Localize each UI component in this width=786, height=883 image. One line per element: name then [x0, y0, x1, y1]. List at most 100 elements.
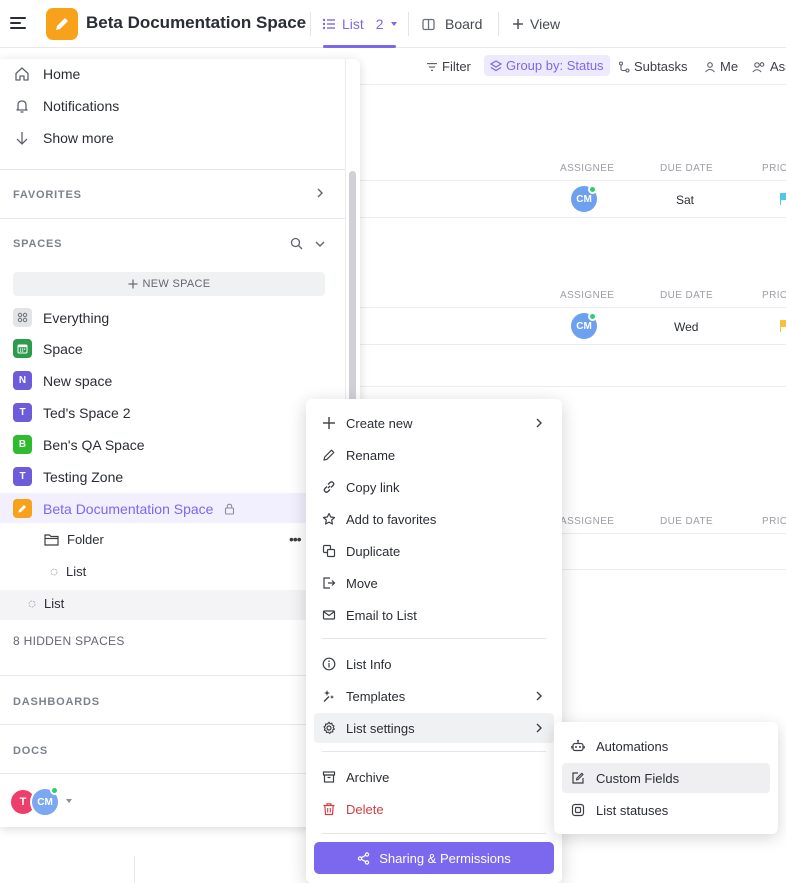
menu-item-add-to-favorites[interactable]: Add to favorites — [314, 504, 554, 534]
group-by-label: Group by: Status — [506, 58, 604, 73]
spaces-section-label[interactable]: SPACES — [13, 238, 62, 250]
more-options-icon[interactable]: ••• — [289, 531, 302, 547]
sidebar-item-show-more[interactable]: Show more — [14, 130, 114, 146]
favorites-section-label[interactable]: FAVORITES — [13, 189, 82, 201]
sidebar-item-beta-documentation-space[interactable]: Beta Documentation Space — [13, 499, 235, 518]
add-view-button[interactable]: View — [512, 16, 560, 32]
lock-icon — [225, 503, 235, 515]
group-by-button[interactable]: Group by: Status — [484, 55, 610, 76]
menu-item-copy-link[interactable]: Copy link — [314, 472, 554, 502]
hamburger-menu-icon[interactable] — [9, 14, 27, 32]
search-icon[interactable] — [290, 237, 303, 250]
menu-item-templates[interactable]: Templates — [314, 681, 554, 711]
submenu-item-automations[interactable]: Automations — [562, 731, 770, 761]
add-view-label: View — [530, 16, 561, 32]
tab-list[interactable]: List 2 — [322, 16, 398, 32]
folder-label: Folder — [67, 532, 104, 547]
subtasks-icon — [618, 60, 630, 73]
menu-item-label: List settings — [346, 720, 415, 736]
filter-button[interactable]: Filter — [426, 59, 471, 74]
board-icon — [422, 18, 435, 30]
online-status-dot — [588, 185, 597, 194]
user-icon — [705, 61, 715, 72]
pencil-icon — [323, 449, 335, 461]
sidebar-item-testing-zone[interactable]: T Testing Zone — [13, 467, 123, 486]
submenu-item-custom-fields[interactable]: Custom Fields — [562, 763, 770, 793]
menu-item-create-new[interactable]: Create new — [314, 408, 554, 438]
sidebar-item-home[interactable]: Home — [14, 66, 80, 82]
sidebar-folder-list[interactable]: List — [50, 564, 86, 579]
menu-item-label: List Info — [346, 656, 392, 672]
caret-down-icon[interactable] — [65, 798, 73, 804]
priority-flag-icon[interactable] — [780, 193, 786, 205]
submenu-item-label: List statuses — [596, 802, 669, 818]
users-icon — [752, 61, 765, 72]
subtasks-button[interactable]: Subtasks — [618, 59, 687, 74]
home-icon — [15, 67, 29, 81]
robot-icon — [571, 739, 585, 752]
menu-item-archive[interactable]: Archive — [314, 762, 554, 792]
menu-item-duplicate[interactable]: Duplicate — [314, 536, 554, 566]
filter-label: Filter — [442, 59, 471, 74]
sidebar-item-notifications[interactable]: Notifications — [14, 98, 119, 114]
menu-item-label: Rename — [346, 447, 396, 463]
plus-icon — [513, 19, 523, 29]
due-date[interactable]: Wed — [674, 320, 698, 334]
tab-board-label: Board — [445, 16, 483, 32]
menu-item-label: Move — [346, 575, 378, 591]
sidebar-item-bens-qa-space[interactable]: B Ben's QA Space — [13, 435, 145, 454]
sharing-permissions-button[interactable]: Sharing & Permissions — [314, 842, 554, 874]
sidebar-list[interactable]: List — [28, 596, 64, 611]
me-filter-button[interactable]: Me — [704, 59, 738, 74]
col-due-date: DUE DATE — [660, 290, 714, 301]
dashboards-section-label[interactable]: DASHBOARDS — [13, 696, 100, 708]
pencil-icon — [56, 18, 68, 30]
docs-section-label[interactable]: DOCS — [13, 745, 48, 757]
divider — [322, 638, 546, 639]
space-initial: B — [13, 435, 32, 454]
col-assignee: ASSIGNEE — [560, 163, 615, 174]
menu-item-rename[interactable]: Rename — [314, 440, 554, 470]
sidebar-folder[interactable]: Folder — [44, 532, 104, 547]
menu-item-list-info[interactable]: List Info — [314, 649, 554, 679]
sidebar-item-everything[interactable]: Everything — [13, 308, 109, 327]
divider — [0, 773, 345, 774]
col-priority: PRIO — [762, 290, 786, 301]
sidebar-item-new-space[interactable]: N New space — [13, 371, 112, 390]
pencil-icon — [13, 499, 32, 518]
menu-item-delete[interactable]: Delete — [314, 794, 554, 824]
menu-item-email-to-list[interactable]: Email to List — [314, 600, 554, 630]
edit-square-icon — [572, 772, 584, 784]
priority-flag-icon[interactable] — [780, 320, 786, 332]
sidebar-item-space[interactable]: Space — [13, 339, 83, 358]
space-initial: N — [13, 371, 32, 390]
hidden-spaces-link[interactable]: 8 HIDDEN SPACES — [13, 634, 125, 648]
chevron-right-icon[interactable] — [314, 187, 326, 199]
space-label: Ben's QA Space — [43, 436, 145, 453]
space-title[interactable]: Beta Documentation Space — [86, 13, 306, 33]
star-icon — [322, 512, 336, 525]
space-initial: T — [13, 403, 32, 422]
divider — [134, 856, 135, 883]
chevron-down-icon[interactable] — [314, 238, 326, 250]
space-avatar[interactable] — [46, 8, 78, 40]
menu-item-label: Archive — [346, 769, 390, 785]
divider — [322, 833, 546, 834]
menu-item-move[interactable]: Move — [314, 568, 554, 598]
list-context-menu: Create new Rename Copy link Add to favor… — [306, 399, 562, 883]
new-space-button[interactable]: NEW SPACE — [13, 272, 325, 296]
sidebar-item-teds-space-2[interactable]: T Ted's Space 2 — [13, 403, 131, 422]
submenu-item-list-statuses[interactable]: List statuses — [562, 795, 770, 825]
top-header: Beta Documentation Space List 2 Board Vi… — [0, 0, 786, 48]
due-date[interactable]: Sat — [676, 193, 694, 207]
calendar-icon — [13, 339, 32, 358]
menu-item-label: Copy link — [346, 479, 400, 495]
menu-item-list-settings[interactable]: List settings — [314, 713, 554, 743]
tab-board[interactable]: Board — [422, 16, 482, 32]
caret-down-icon[interactable] — [390, 20, 398, 28]
divider — [310, 12, 311, 36]
list-label: List — [66, 564, 87, 579]
assignees-button[interactable]: Ass — [752, 59, 786, 74]
divider — [498, 12, 499, 36]
list-status-icon — [50, 568, 58, 575]
